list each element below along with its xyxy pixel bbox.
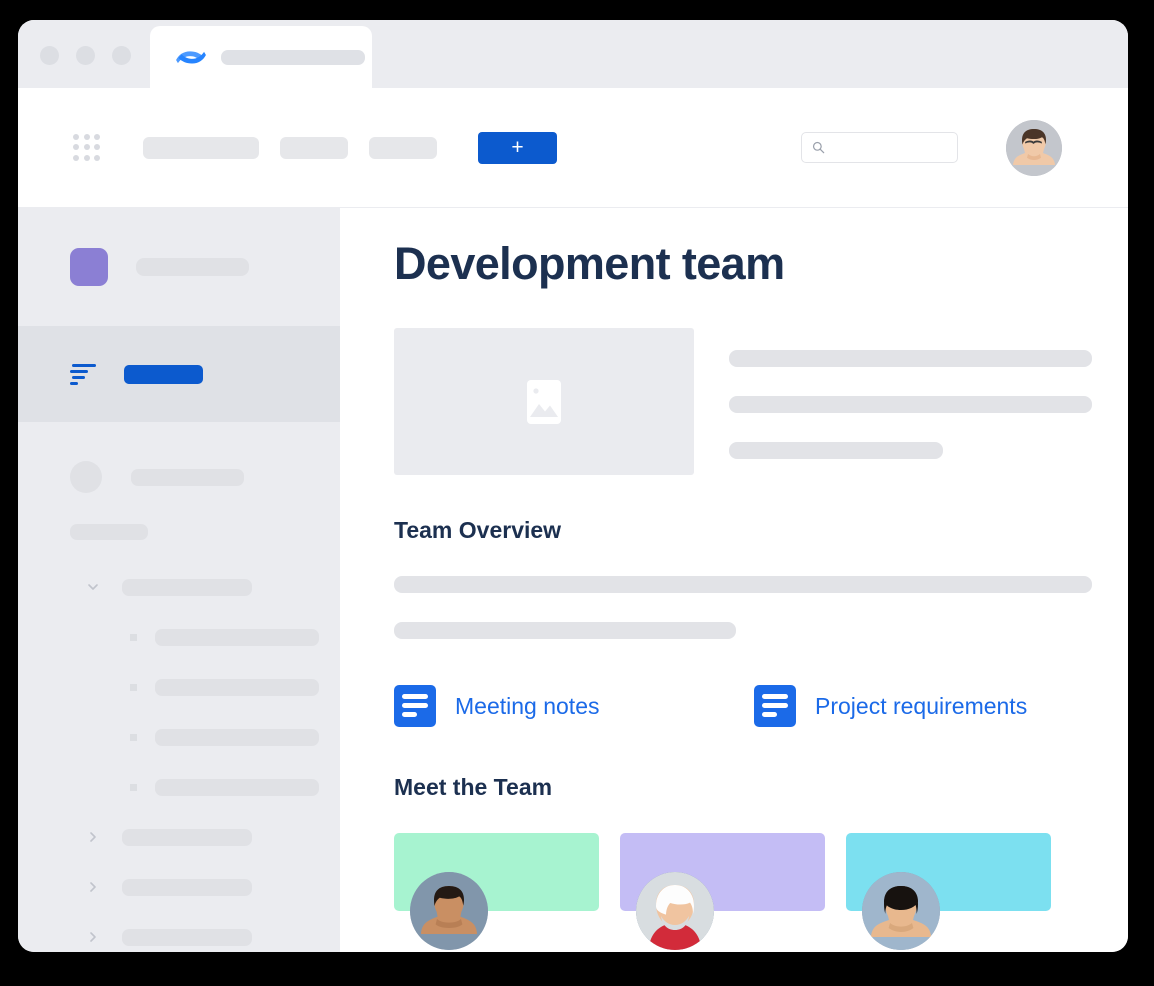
team-cards (394, 833, 1092, 950)
create-button[interactable]: + (478, 131, 557, 164)
sidebar-item-people[interactable] (18, 452, 340, 502)
sidebar-tree-child[interactable] (18, 612, 340, 662)
team-member-card[interactable] (846, 833, 1051, 950)
chevron-down-icon (88, 584, 98, 590)
hero-section (394, 328, 1092, 475)
circle-avatar-icon (70, 461, 102, 493)
confluence-logo-icon (176, 51, 206, 64)
member-avatar (862, 872, 940, 950)
apps-grid-icon[interactable] (73, 133, 101, 162)
overview-text-line (394, 622, 737, 639)
meet-the-team-heading: Meet the Team (394, 774, 553, 800)
member-avatar-3-icon (862, 872, 940, 950)
sidebar-item-overview-label (124, 364, 203, 384)
chevron-right-icon (90, 932, 96, 942)
hero-text-lines (729, 328, 1092, 475)
sidebar-space-header[interactable] (18, 208, 340, 326)
bullet-icon (130, 733, 137, 741)
sidebar-item-label (131, 468, 244, 486)
bullet-icon (130, 633, 137, 641)
avatar[interactable] (1006, 120, 1062, 176)
search-input[interactable] (831, 141, 951, 154)
sidebar-item-label (70, 524, 148, 540)
sidebar-item-label (122, 828, 252, 846)
hero-text-line (729, 350, 1092, 367)
hero-image-placeholder[interactable] (394, 328, 694, 475)
sidebar-item-label (155, 778, 319, 796)
bullet-icon (130, 683, 137, 691)
sidebar-item-label (122, 578, 252, 596)
search-icon (812, 141, 825, 154)
bullet-icon (130, 783, 137, 791)
sidebar-item-collapsed-parent[interactable] (18, 812, 340, 862)
sidebar-item-label (122, 928, 252, 946)
maximize-window-button[interactable] (112, 46, 131, 65)
search-box[interactable] (801, 132, 958, 163)
space-name-placeholder (136, 258, 249, 276)
sidebar-tree-child[interactable] (18, 712, 340, 762)
link-label: Meeting notes (455, 692, 600, 719)
page-title: Development team (394, 238, 785, 289)
chevron-right-icon (90, 882, 96, 892)
member-avatar-2-icon (636, 872, 714, 950)
nav-menu-item-3[interactable] (369, 136, 437, 159)
nav-menu-item-1[interactable] (143, 136, 259, 159)
sidebar (18, 208, 340, 952)
link-label: Project requirements (815, 692, 1028, 719)
member-avatar (636, 872, 714, 950)
user-avatar-icon (1006, 120, 1062, 176)
team-member-card[interactable] (394, 833, 599, 950)
overview-text-line (394, 576, 1092, 593)
minimize-window-button[interactable] (76, 46, 95, 65)
sidebar-tree-child[interactable] (18, 762, 340, 812)
browser-tab-strip (18, 20, 1128, 88)
photo-placeholder-icon (527, 379, 561, 424)
sidebar-item-overview[interactable] (18, 326, 340, 422)
sidebar-item-label (155, 678, 319, 696)
link-meeting-notes[interactable]: Meeting notes (394, 685, 754, 727)
browser-window: + Development team Team Overview Meeting… (18, 20, 1128, 952)
sidebar-item-label (155, 628, 319, 646)
close-window-button[interactable] (40, 46, 59, 65)
link-project-requirements[interactable]: Project requirements (754, 685, 1027, 727)
nav-menu-item-2[interactable] (280, 136, 348, 159)
chevron-right-icon (90, 832, 96, 842)
page-document-icon (754, 685, 796, 727)
app-body: Development team Team Overview Meeting n… (18, 208, 1128, 952)
hero-text-line (729, 396, 1092, 413)
sidebar-item-collapsed-parent[interactable] (18, 912, 340, 952)
tab-title-placeholder (221, 49, 365, 65)
main-content: Development team Team Overview Meeting n… (340, 208, 1128, 952)
team-member-card[interactable] (620, 833, 825, 950)
sidebar-item-short[interactable] (18, 502, 340, 562)
sidebar-tree-child[interactable] (18, 662, 340, 712)
sidebar-item-collapsed-parent[interactable] (18, 862, 340, 912)
sidebar-item-expanded-parent[interactable] (18, 562, 340, 612)
member-avatar-1-icon (410, 872, 488, 950)
sidebar-item-label (155, 728, 319, 746)
team-overview-heading: Team Overview (394, 517, 562, 543)
page-document-icon (394, 685, 436, 727)
space-avatar-icon (70, 248, 108, 286)
member-avatar (410, 872, 488, 950)
browser-tab-active[interactable] (150, 26, 372, 88)
document-links: Meeting notes Project requirements (394, 685, 1092, 727)
hero-text-line (729, 442, 944, 459)
overview-list-icon (70, 364, 96, 385)
sidebar-item-label (122, 878, 252, 896)
team-overview-text (394, 576, 1092, 639)
app-top-navigation: + (18, 88, 1128, 208)
window-traffic-lights (40, 46, 131, 65)
